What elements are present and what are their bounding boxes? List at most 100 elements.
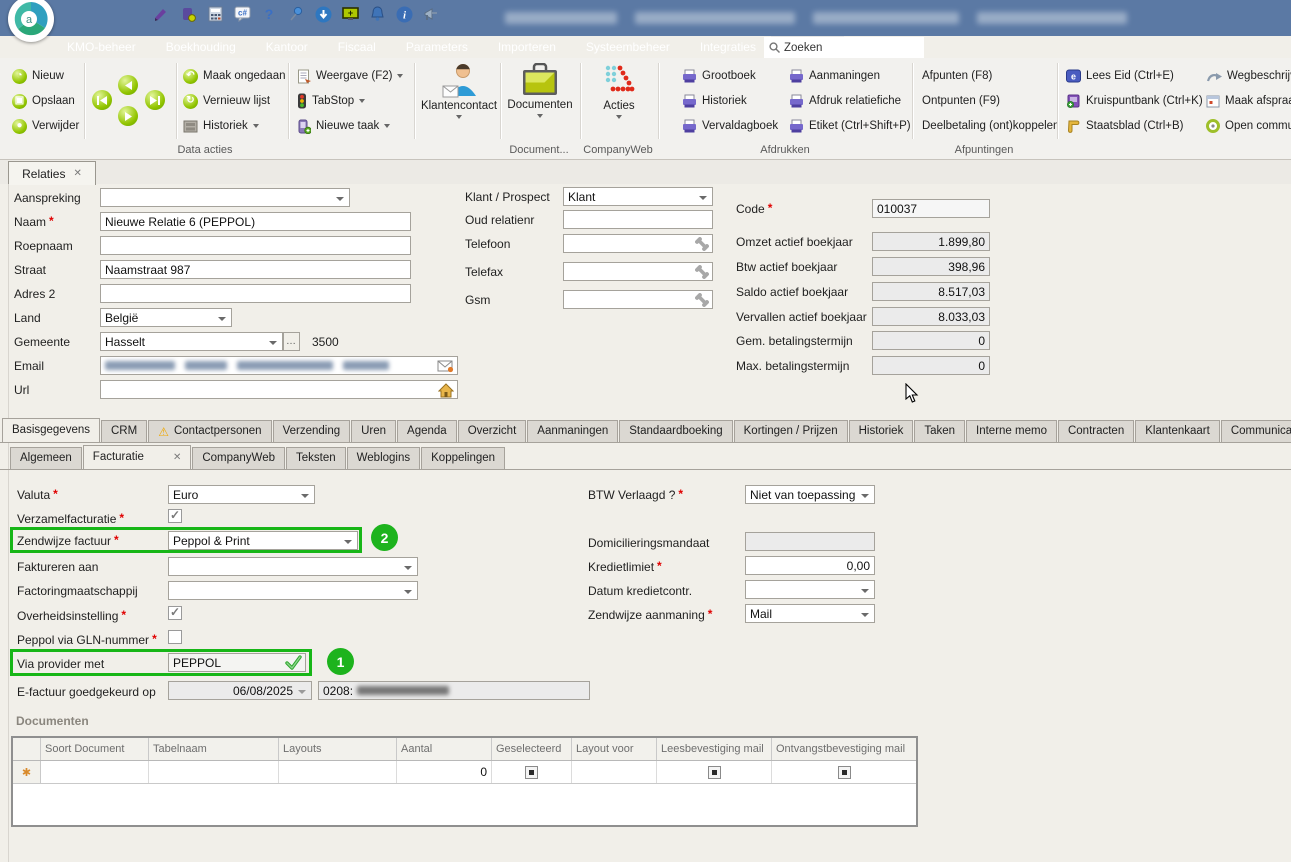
tab-contactpersonen[interactable]: ⚠Contactpersonen [148,420,271,442]
col-soort-document[interactable]: Soort Document [41,738,149,760]
kredietlimiet-input[interactable]: 0,00 [745,556,875,575]
cell-soort-document[interactable] [41,761,149,783]
menu-importeren[interactable]: Importeren [483,36,571,58]
zendwijze-aanmaning-select[interactable]: Mail [745,604,875,623]
tab-koppelingen[interactable]: Koppelingen [421,447,505,469]
menu-systeembeheer[interactable]: Systeembeheer [571,36,685,58]
maak-afspraak-button[interactable]: Maak afspraa... [1206,91,1291,111]
home-icon[interactable] [438,383,454,399]
tabstop-button[interactable]: TabStop [297,91,365,111]
menu-fiscaal[interactable]: Fiscaal [323,36,391,58]
nav-last-button[interactable] [145,90,165,110]
code-bubble-icon[interactable]: c# [233,5,251,23]
via-provider-field[interactable]: PEPPOL [168,653,306,672]
grootboek-print-button[interactable]: Grootboek [682,66,756,86]
menu-kmo-beheer[interactable]: KMO-beheer [52,36,151,58]
tab-contracten[interactable]: Contracten [1058,420,1134,442]
verzamelfacturatie-checkbox[interactable] [168,509,182,523]
gemeente-browse-button[interactable]: … [283,332,300,351]
col-geselecteerd[interactable]: Geselecteerd [492,738,572,760]
faktureren-aan-select[interactable] [168,557,418,576]
zendwijze-factuur-select[interactable]: Peppol & Print [168,531,358,550]
kruispuntbank-button[interactable]: Kruispuntbank (Ctrl+K) [1066,91,1203,111]
nieuw-button[interactable]: ◔Nieuw [12,66,64,86]
url-input[interactable] [100,380,458,399]
calculator-icon[interactable] [206,5,224,23]
btw-verlaagd-select[interactable]: Niet van toepassing [745,485,875,504]
cell-tabelnaam[interactable] [149,761,279,783]
tab-overzicht[interactable]: Overzicht [458,420,527,442]
deelbetaling-button[interactable]: Deelbetaling (ont)koppelen [922,116,1059,136]
tab-aanmaningen[interactable]: Aanmaningen [527,420,618,442]
overheidsinstelling-checkbox[interactable] [168,606,182,620]
tab-relaties-document[interactable]: Relaties ✕ [8,161,96,185]
opslaan-button[interactable]: ▣Opslaan [12,91,75,111]
close-icon[interactable]: ✕ [173,453,181,463]
menu-boekhouding[interactable]: Boekhouding [151,36,251,58]
tab-standaardboeking[interactable]: Standaardboeking [619,420,732,442]
tab-agenda[interactable]: Agenda [397,420,457,442]
tab-verzending[interactable]: Verzending [273,420,351,442]
gsm-input[interactable] [563,290,713,309]
nieuwe-taak-button[interactable]: Nieuwe taak [297,116,390,136]
tab-taken[interactable]: Taken [914,420,965,442]
documenten-button[interactable]: Documenten [502,60,578,140]
ontpunten-button[interactable]: Ontpunten (F9) [922,91,1000,111]
vervaldagboek-print-button[interactable]: Vervaldagboek [682,116,778,136]
tab-basisgegevens[interactable]: Basisgegevens [2,418,100,442]
tab-teksten[interactable]: Teksten [286,447,346,469]
tab-communicator[interactable]: Communicator [1221,420,1291,442]
bell-icon[interactable] [368,5,386,23]
roepnaam-input[interactable] [100,236,411,255]
email-icon[interactable] [437,359,454,375]
klantencontact-button[interactable]: Klantencontact [420,60,498,140]
menu-kantoor[interactable]: Kantoor [251,36,323,58]
compose-icon[interactable] [152,5,170,23]
col-layout-voor[interactable]: Layout voor [572,738,657,760]
staatsblad-button[interactable]: Staatsblad (Ctrl+B) [1066,116,1183,136]
valuta-select[interactable]: Euro [168,485,315,504]
nav-next-button[interactable] [118,106,138,126]
telefax-input[interactable] [563,262,713,281]
table-row[interactable]: ✱ 0 [13,761,916,784]
app-logo[interactable]: a [8,0,54,42]
tab-klantenkaart[interactable]: Klantenkaart [1135,420,1220,442]
ontvangstbevestiging-checkbox[interactable] [838,766,851,779]
historiek-print-button[interactable]: Historiek [682,91,747,111]
klant-prospect-select[interactable]: Klant [563,187,713,206]
straat-input[interactable]: Naamstraat 987 [100,260,411,279]
leesbevestiging-checkbox[interactable] [708,766,721,779]
nav-first-button[interactable] [92,90,112,110]
monitor-add-icon[interactable]: + [341,5,359,23]
tab-historiek[interactable]: Historiek [849,420,914,442]
col-tabelnaam[interactable]: Tabelnaam [149,738,279,760]
download-icon[interactable] [314,5,332,23]
pin-icon[interactable] [287,5,305,23]
land-select[interactable]: België [100,308,232,327]
tab-uren[interactable]: Uren [351,420,396,442]
etiket-button[interactable]: Etiket (Ctrl+Shift+P) [789,116,911,136]
historiek-button[interactable]: Historiek [183,116,259,136]
col-aantal[interactable]: Aantal [397,738,492,760]
telefoon-input[interactable] [563,234,713,253]
menu-integraties[interactable]: Integraties [685,36,771,58]
code-input[interactable]: 010037 [872,199,990,218]
weergave-button[interactable]: Weergave (F2) [297,66,403,86]
lees-eid-button[interactable]: eLees Eid (Ctrl+E) [1066,66,1174,86]
help-icon[interactable]: ? [260,5,278,23]
cell-geselecteerd[interactable] [492,761,572,783]
datum-kredietcontr-select[interactable] [745,580,875,599]
tab-interne-memo[interactable]: Interne memo [966,420,1057,442]
acties-button[interactable]: Acties [584,60,654,140]
tab-algemeen[interactable]: Algemeen [10,447,82,469]
tab-kortingen-prijzen[interactable]: Kortingen / Prijzen [734,420,848,442]
maak-ongedaan-button[interactable]: ↶Maak ongedaan [183,66,285,86]
aanspreking-select[interactable] [100,188,350,207]
verwijder-button[interactable]: ●Verwijder [12,116,79,136]
tab-crm[interactable]: CRM [101,420,147,442]
vernieuw-lijst-button[interactable]: ↻Vernieuw lijst [183,91,270,111]
menu-parameters[interactable]: Parameters [391,36,483,58]
factoringmaatschappij-select[interactable] [168,581,418,600]
cell-aantal[interactable]: 0 [397,761,492,783]
afpunten-button[interactable]: Afpunten (F8) [922,66,992,86]
